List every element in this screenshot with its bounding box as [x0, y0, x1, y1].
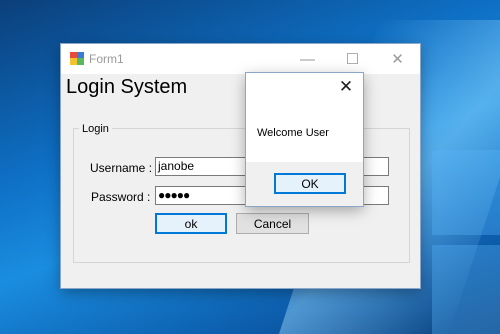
close-icon: ✕ [391, 51, 404, 68]
close-button[interactable]: ✕ [375, 44, 420, 74]
desktop-windows-logo-pane [432, 245, 500, 334]
ok-button[interactable]: ok [155, 213, 227, 234]
desktop-windows-logo-pane [432, 150, 500, 235]
password-label: Password : [91, 190, 151, 204]
maximize-button[interactable]: ☐ [330, 44, 375, 74]
username-label: Username : [90, 161, 153, 175]
maximize-icon: ☐ [345, 51, 360, 68]
app-icon [70, 52, 84, 65]
minimize-button[interactable]: — [285, 44, 330, 74]
title-bar[interactable]: Form1 — ☐ ✕ [61, 44, 420, 74]
window-title: Form1 [89, 52, 124, 66]
groupbox-label: Login [79, 123, 112, 135]
message-close-button[interactable]: ✕ [335, 77, 357, 97]
message-ok-button[interactable]: OK [274, 173, 346, 194]
close-icon: ✕ [338, 77, 354, 96]
page-title: Login System [66, 76, 188, 98]
form1-window: Form1 — ☐ ✕ Login System Login Username … [61, 44, 420, 288]
cancel-button[interactable]: Cancel [236, 213, 309, 234]
message-box: ✕ Welcome User OK [246, 73, 363, 206]
message-text: Welcome User [257, 127, 329, 139]
message-footer: OK [246, 162, 363, 206]
minimize-icon: — [300, 50, 315, 68]
